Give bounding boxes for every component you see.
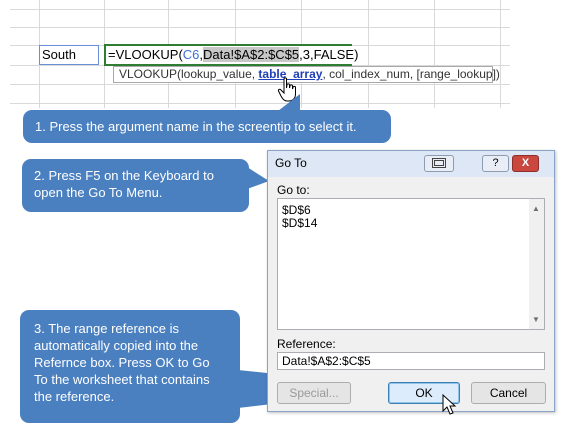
cancel-button[interactable]: Cancel	[471, 382, 546, 404]
close-icon: X	[521, 157, 530, 169]
scroll-up-icon[interactable]: ▲	[532, 204, 540, 213]
callout-step-3: 3. The range reference is automatically …	[20, 310, 410, 423]
scroll-down-icon[interactable]: ▼	[532, 315, 540, 324]
formula-rest: ,3,FALSE)	[299, 47, 359, 62]
formula-cell[interactable]: =VLOOKUP(C6,Data!$A$2:$C$5,3,FALSE)	[104, 44, 358, 66]
grid-line	[10, 27, 510, 28]
callout-step-2: 2. Press F5 on the Keyboard to open the …	[22, 159, 269, 212]
reference-input[interactable]: Data!$A$2:$C$5	[277, 352, 545, 370]
callout-step-3-text: 3. The range reference is automatically …	[34, 321, 210, 404]
formula-table-ref[interactable]: Data!$A$2:$C$5	[203, 47, 300, 62]
grid-line	[10, 103, 510, 104]
dialog-title: Go To	[275, 156, 307, 170]
function-screentip: VLOOKUP(lookup_value, table_array, col_i…	[113, 66, 500, 83]
callout-step-2-text: 2. Press F5 on the Keyboard to open the …	[34, 168, 214, 200]
goto-dialog: Go To ? X Go to: $D$6 $D$14 ▲ ▼ Referenc…	[267, 150, 555, 412]
window-mode-icon	[432, 158, 446, 168]
cell-south[interactable]: South	[39, 45, 99, 65]
callout-step-1: 1. Press the argument name in the screen…	[23, 94, 391, 143]
cell-value: South	[42, 47, 76, 62]
grid-line	[10, 84, 510, 85]
grid-line	[500, 0, 501, 108]
list-item[interactable]: $D$6	[278, 204, 544, 217]
screentip-rest: , col_index_num, [range_lookup])	[322, 67, 500, 81]
callout-pointer	[278, 94, 300, 111]
dialog-titlebar[interactable]: Go To ? X	[268, 151, 554, 177]
callout-step-1-text: 1. Press the argument name in the screen…	[35, 119, 357, 134]
list-item[interactable]: $D$14	[278, 217, 544, 230]
window-mode-button[interactable]	[424, 155, 454, 172]
screentip-prefix: VLOOKUP(lookup_value,	[119, 67, 259, 81]
help-button[interactable]: ?	[482, 155, 509, 172]
grid-line	[368, 0, 369, 108]
formula-ref-c6: C6	[182, 47, 200, 62]
list-scrollbar[interactable]: ▲ ▼	[529, 199, 544, 329]
formula-prefix: =VLOOKUP(	[108, 47, 183, 62]
arrow-cursor-icon	[442, 394, 457, 415]
grid-line	[434, 0, 435, 108]
help-icon: ?	[492, 157, 499, 169]
goto-list[interactable]: $D$6 $D$14 ▲ ▼	[277, 198, 545, 330]
close-button[interactable]: X	[512, 155, 539, 172]
special-button[interactable]: Special...	[277, 382, 351, 404]
grid-line	[10, 9, 510, 10]
goto-label: Go to:	[277, 183, 310, 197]
reference-label: Reference:	[277, 337, 336, 351]
